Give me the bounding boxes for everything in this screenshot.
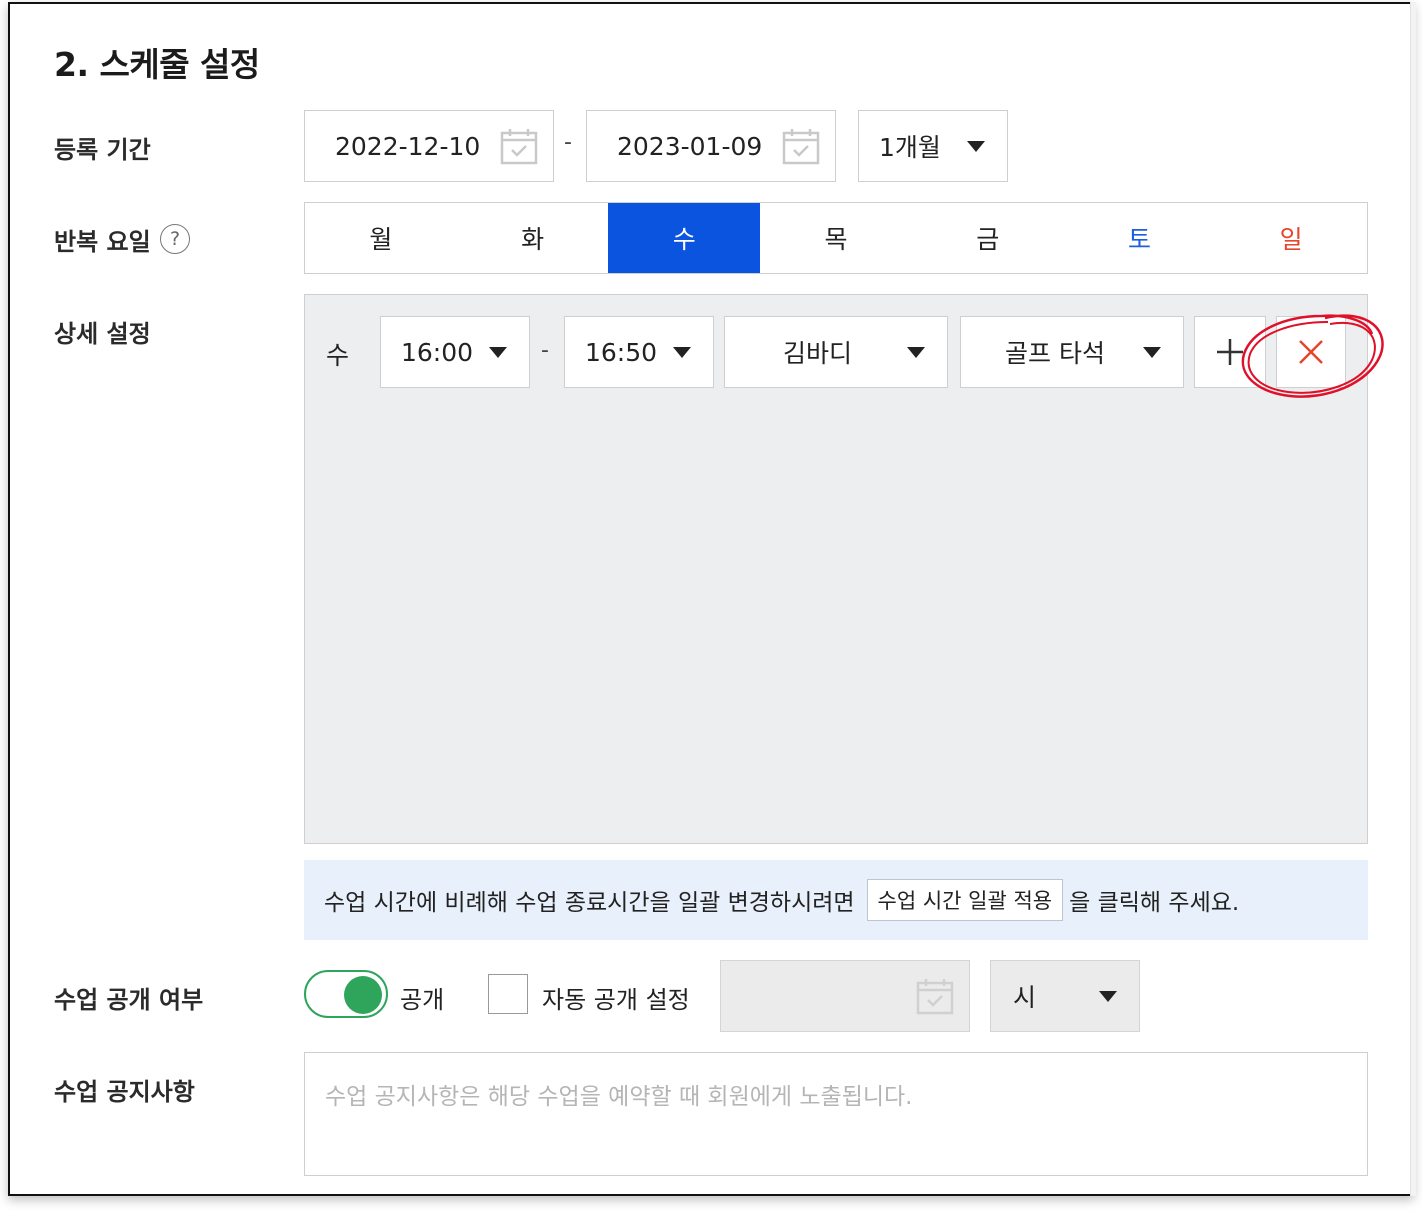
calendar-icon[interactable] — [781, 126, 821, 166]
start-date-value: 2022-12-10 — [335, 131, 481, 161]
hour-select-value: 시 — [1013, 983, 1037, 1012]
scrollbar[interactable] — [1410, 2, 1416, 1196]
auto-publish-date-field[interactable] — [720, 960, 970, 1032]
time-separator: - — [541, 338, 549, 363]
start-date-field[interactable]: 2022-12-10 — [304, 110, 554, 182]
info-text-after: 을 클릭해 주세요. — [1069, 890, 1240, 916]
day-saturday[interactable]: 토 — [1064, 203, 1216, 273]
location-value: 골프 타석 — [1005, 339, 1105, 368]
repeat-days-label: 반복 요일 — [54, 228, 151, 256]
toggle-knob — [344, 976, 382, 1014]
chevron-down-icon — [1143, 346, 1161, 358]
end-time-select[interactable]: 16:50 — [564, 316, 714, 388]
chevron-down-icon — [673, 346, 691, 358]
notice-textarea[interactable]: 수업 공지사항은 해당 수업을 예약할 때 회원에게 노출됩니다. — [304, 1052, 1368, 1176]
day-friday[interactable]: 금 — [912, 203, 1064, 273]
detail-label: 상세 설정 — [54, 320, 151, 348]
period-select[interactable]: 1개월 — [858, 110, 1008, 182]
visibility-label: 수업 공개 여부 — [54, 986, 204, 1014]
instructor-select[interactable]: 김바디 — [724, 316, 948, 388]
start-time-select[interactable]: 16:00 — [380, 316, 530, 388]
instructor-value: 김바디 — [783, 339, 853, 368]
section-title: 2. 스케줄 설정 — [54, 45, 260, 84]
notice-label: 수업 공지사항 — [54, 1078, 195, 1106]
day-tuesday[interactable]: 화 — [457, 203, 609, 273]
detail-row-day: 수 — [326, 341, 350, 370]
calendar-icon — [916, 979, 954, 1015]
date-separator: - — [564, 130, 572, 155]
chevron-down-icon — [967, 140, 985, 152]
period-select-value: 1개월 — [879, 133, 941, 162]
end-date-value: 2023-01-09 — [617, 131, 763, 161]
day-wednesday[interactable]: 수 — [608, 203, 761, 273]
calendar-icon[interactable] — [499, 126, 539, 166]
public-toggle-label: 공개 — [400, 986, 445, 1014]
help-icon[interactable]: ? — [160, 224, 190, 254]
location-select[interactable]: 골프 타석 — [960, 316, 1184, 388]
day-monday[interactable]: 월 — [305, 203, 457, 273]
day-sunday[interactable]: 일 — [1215, 203, 1367, 273]
bulk-apply-button[interactable]: 수업 시간 일괄 적용 — [866, 879, 1064, 921]
end-date-field[interactable]: 2023-01-09 — [586, 110, 836, 182]
day-thursday[interactable]: 목 — [760, 203, 912, 273]
annotation-circle — [1241, 314, 1384, 398]
chevron-down-icon — [1099, 990, 1117, 1002]
chevron-down-icon — [907, 346, 925, 358]
auto-publish-label: 자동 공개 설정 — [542, 986, 690, 1014]
start-time-value: 16:00 — [401, 337, 474, 367]
chevron-down-icon — [489, 346, 507, 358]
auto-publish-checkbox[interactable] — [488, 974, 528, 1014]
weekday-selector: 월 화 수 목 금 토 일 — [304, 202, 1368, 274]
end-time-value: 16:50 — [585, 337, 658, 367]
info-text-before: 수업 시간에 비례해 수업 종료시간을 일괄 변경하시려면 — [324, 890, 855, 916]
hour-select[interactable]: 시 — [990, 960, 1140, 1032]
public-toggle[interactable] — [304, 970, 388, 1018]
bulk-apply-info: 수업 시간에 비례해 수업 종료시간을 일괄 변경하시려면 수업 시간 일괄 적… — [304, 860, 1368, 940]
registration-label: 등록 기간 — [54, 136, 151, 164]
